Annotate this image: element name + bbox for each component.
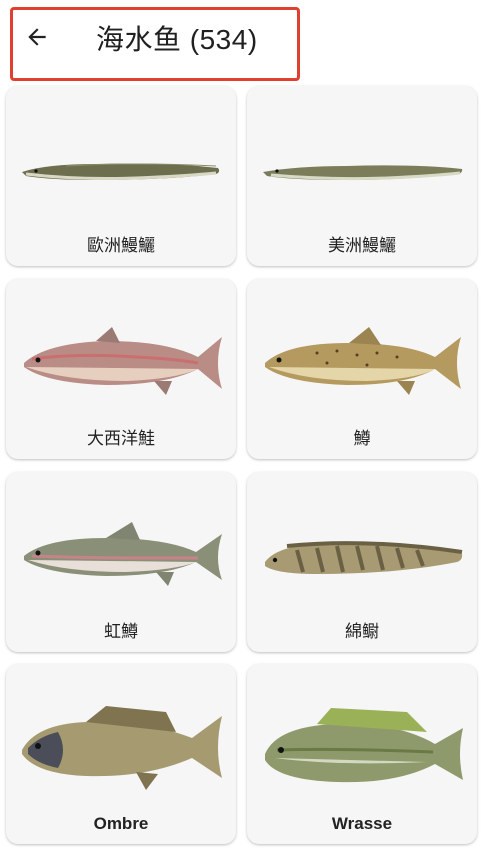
fish-label: Wrasse	[331, 814, 393, 833]
european-eel-image	[22, 163, 220, 180]
fish-label: 虹鱒	[104, 622, 138, 641]
american-eel-image	[263, 165, 463, 181]
app-bar: 海水鱼 (534)	[0, 0, 483, 84]
trout-image	[265, 327, 461, 395]
fish-card-atlantic-salmon[interactable]: 大西洋鮭	[6, 279, 236, 459]
fish-card-european-eel[interactable]: 歐洲鰻鱺	[6, 86, 236, 266]
fish-card-american-eel[interactable]: 美洲鰻鱺	[247, 86, 477, 266]
back-button[interactable]	[22, 22, 52, 52]
fish-grid: 歐洲鰻鱺 美洲鰻鱺 大西洋鮭 鱒 虹鱒 綿鳚 Ombre Wrasse	[0, 84, 483, 859]
page-title: 海水鱼 (534)	[96, 24, 258, 55]
fish-label: 大西洋鮭	[87, 429, 155, 448]
wrasse-image	[265, 708, 463, 783]
fish-card-wrasse[interactable]: Wrasse	[247, 664, 477, 844]
fish-card-rainbow-trout[interactable]: 虹鱒	[6, 472, 236, 652]
blenny-image	[265, 541, 463, 574]
atlantic-salmon-image	[24, 327, 222, 395]
fish-label: 歐洲鰻鱺	[87, 236, 155, 255]
ombre-image	[22, 706, 222, 790]
fish-label: Ombre	[93, 814, 149, 833]
fish-card-trout[interactable]: 鱒	[247, 279, 477, 459]
fish-card-ombre[interactable]: Ombre	[6, 664, 236, 844]
fish-card-blenny[interactable]: 綿鳚	[247, 472, 477, 652]
rainbow-trout-image	[24, 522, 222, 586]
fish-label: 綿鳚	[345, 622, 379, 641]
fish-label: 美洲鰻鱺	[328, 236, 396, 255]
fish-label: 鱒	[353, 429, 371, 448]
arrow-left-icon	[28, 28, 46, 46]
